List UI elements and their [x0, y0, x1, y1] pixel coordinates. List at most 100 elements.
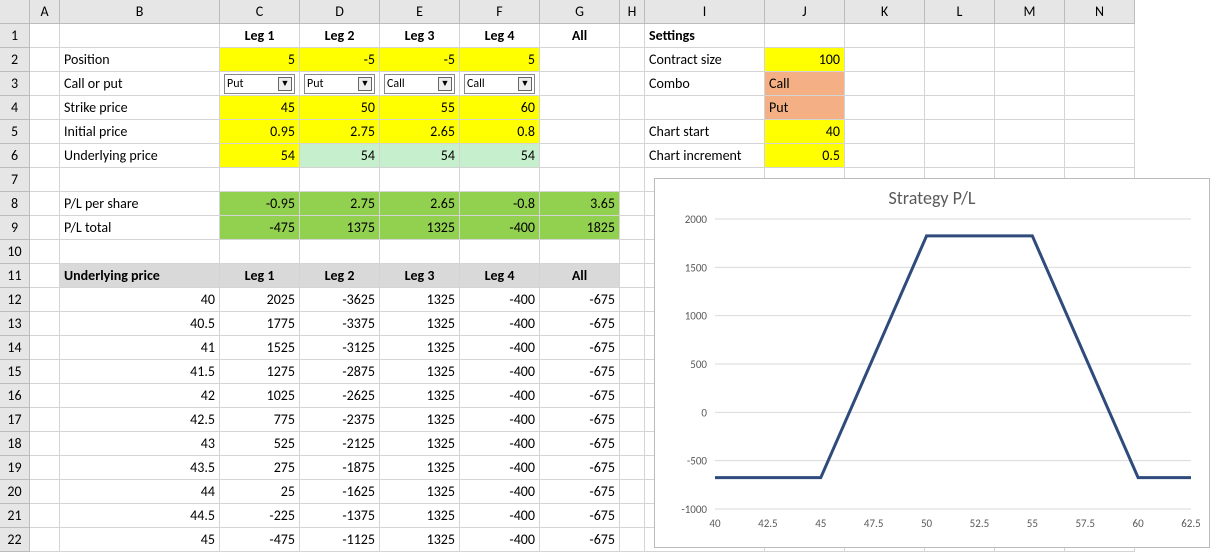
row-header-9[interactable]: 9	[0, 216, 30, 240]
table-g-10[interactable]: -675	[540, 528, 620, 552]
row-header-15[interactable]: 15	[0, 360, 30, 384]
empty-cell[interactable]	[1065, 120, 1135, 144]
table-f-10[interactable]: -400	[460, 528, 540, 552]
under-c[interactable]: 54	[220, 144, 300, 168]
empty-cell[interactable]	[30, 192, 60, 216]
table-c-1[interactable]: 1775	[220, 312, 300, 336]
table-g-2[interactable]: -675	[540, 336, 620, 360]
table-u-2[interactable]: 41	[60, 336, 220, 360]
empty-cell[interactable]	[620, 288, 645, 312]
header-all[interactable]: All	[540, 24, 620, 48]
empty-cell[interactable]	[620, 432, 645, 456]
table-d-2[interactable]: -3125	[300, 336, 380, 360]
table-u-3[interactable]: 41.5	[60, 360, 220, 384]
empty-cell[interactable]	[620, 120, 645, 144]
th-g[interactable]: All	[540, 264, 620, 288]
empty-cell[interactable]	[540, 96, 620, 120]
empty-cell[interactable]	[380, 240, 460, 264]
row-header-5[interactable]: 5	[0, 120, 30, 144]
position-c[interactable]: 5	[220, 48, 300, 72]
chartstart[interactable]: 40	[765, 120, 845, 144]
table-e-5[interactable]: 1325	[380, 408, 460, 432]
label-strike[interactable]: Strike price	[60, 96, 220, 120]
label-chartinc[interactable]: Chart increment	[645, 144, 765, 168]
empty-cell[interactable]	[845, 24, 925, 48]
empty-cell[interactable]	[30, 504, 60, 528]
table-c-3[interactable]: 1275	[220, 360, 300, 384]
col-header-I[interactable]: I	[645, 0, 765, 24]
empty-cell[interactable]	[845, 72, 925, 96]
table-g-7[interactable]: -675	[540, 456, 620, 480]
initprice-c[interactable]: 0.95	[220, 120, 300, 144]
table-u-8[interactable]: 44	[60, 480, 220, 504]
empty-cell[interactable]	[925, 144, 995, 168]
col-header-K[interactable]: K	[845, 0, 925, 24]
table-d-8[interactable]: -1625	[300, 480, 380, 504]
table-f-8[interactable]: -400	[460, 480, 540, 504]
pltotal-e[interactable]: 1325	[380, 216, 460, 240]
empty-cell[interactable]	[925, 24, 995, 48]
empty-cell[interactable]	[620, 528, 645, 552]
empty-cell[interactable]	[540, 48, 620, 72]
empty-cell[interactable]	[995, 120, 1065, 144]
empty-cell[interactable]	[620, 504, 645, 528]
table-u-9[interactable]: 44.5	[60, 504, 220, 528]
empty-cell[interactable]	[30, 456, 60, 480]
strike-f[interactable]: 60	[460, 96, 540, 120]
row-header-11[interactable]: 11	[0, 264, 30, 288]
label-under[interactable]: Underlying price	[60, 144, 220, 168]
th-f[interactable]: Leg 4	[460, 264, 540, 288]
label-callput[interactable]: Call or put	[60, 72, 220, 96]
plshare-f[interactable]: -0.8	[460, 192, 540, 216]
empty-cell[interactable]	[540, 144, 620, 168]
empty-cell[interactable]	[845, 48, 925, 72]
table-e-8[interactable]: 1325	[380, 480, 460, 504]
empty-cell[interactable]	[925, 96, 995, 120]
under-e[interactable]: 54	[380, 144, 460, 168]
empty-cell[interactable]	[620, 408, 645, 432]
col-header-J[interactable]: J	[765, 0, 845, 24]
table-c-2[interactable]: 1525	[220, 336, 300, 360]
cell[interactable]	[620, 24, 645, 48]
strike-c[interactable]: 45	[220, 96, 300, 120]
row-header-7[interactable]: 7	[0, 168, 30, 192]
empty-cell[interactable]	[925, 48, 995, 72]
col-header-E[interactable]: E	[380, 0, 460, 24]
label-chartstart[interactable]: Chart start	[645, 120, 765, 144]
th-under[interactable]: Underlying price	[60, 264, 220, 288]
empty-cell[interactable]	[645, 96, 765, 120]
col-header-N[interactable]: N	[1065, 0, 1135, 24]
empty-cell[interactable]	[620, 336, 645, 360]
row-header-18[interactable]: 18	[0, 432, 30, 456]
cell[interactable]	[60, 24, 220, 48]
callput-dropdown-d[interactable]: Put▼	[300, 72, 380, 96]
table-c-6[interactable]: 525	[220, 432, 300, 456]
strike-d[interactable]: 50	[300, 96, 380, 120]
callput-dropdown-e[interactable]: Call▼	[380, 72, 460, 96]
table-g-9[interactable]: -675	[540, 504, 620, 528]
th-d[interactable]: Leg 2	[300, 264, 380, 288]
header-leg3[interactable]: Leg 3	[380, 24, 460, 48]
label-pltotal[interactable]: P/L total	[60, 216, 220, 240]
under-d[interactable]: 54	[300, 144, 380, 168]
empty-cell[interactable]	[460, 168, 540, 192]
empty-cell[interactable]	[30, 240, 60, 264]
empty-cell[interactable]	[620, 144, 645, 168]
table-g-1[interactable]: -675	[540, 312, 620, 336]
empty-cell[interactable]	[1065, 72, 1135, 96]
position-d[interactable]: -5	[300, 48, 380, 72]
empty-cell[interactable]	[30, 96, 60, 120]
row-header-1[interactable]: 1	[0, 24, 30, 48]
table-f-5[interactable]: -400	[460, 408, 540, 432]
table-d-1[interactable]: -3375	[300, 312, 380, 336]
col-header-D[interactable]: D	[300, 0, 380, 24]
table-u-6[interactable]: 43	[60, 432, 220, 456]
table-f-6[interactable]: -400	[460, 432, 540, 456]
table-e-9[interactable]: 1325	[380, 504, 460, 528]
plshare-g[interactable]: 3.65	[540, 192, 620, 216]
empty-cell[interactable]	[620, 72, 645, 96]
table-e-4[interactable]: 1325	[380, 384, 460, 408]
table-e-10[interactable]: 1325	[380, 528, 460, 552]
empty-cell[interactable]	[620, 192, 645, 216]
empty-cell[interactable]	[995, 24, 1065, 48]
